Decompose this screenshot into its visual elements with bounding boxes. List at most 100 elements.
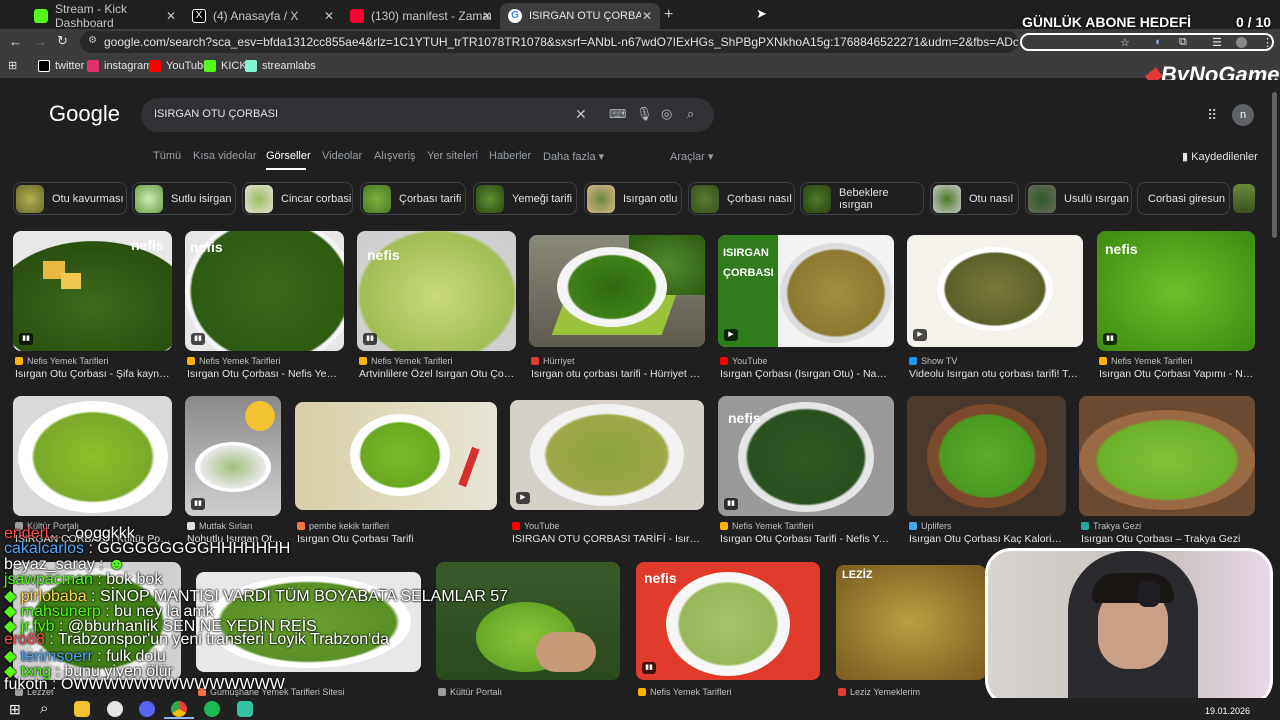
- tools-button[interactable]: Araçlar ▾: [670, 150, 713, 163]
- image-result[interactable]: nefis ▮▮ Nefis Yemek Tarifleri: [636, 562, 820, 698]
- search-box[interactable]: ISIRGAN OTU ÇORBASI ✕ ⌨ 🎙 ◎ ⌕: [141, 98, 714, 132]
- kick-icon: [204, 60, 216, 72]
- image-result[interactable]: nefis ▮▮ Nefis Yemek Tarifleri Isırgan O…: [718, 396, 894, 546]
- image-result[interactable]: ISIRGAN ÇORBASI ▶ YouTube Isırgan Çorbas…: [718, 235, 894, 381]
- lens-icon[interactable]: ◎: [661, 106, 672, 122]
- tab-short-videos[interactable]: Kısa videolar: [193, 150, 257, 162]
- result-title[interactable]: Isırgan otu çorbası tarifi - Hürriyet Le…: [531, 368, 703, 380]
- saved-button[interactable]: ▮ Kaydedilenler: [1182, 150, 1258, 163]
- star-icon[interactable]: ☆: [1120, 36, 1130, 49]
- tab-youtube-manifest[interactable]: (130) manifest - Zamansızdık | ... ✕: [342, 3, 500, 29]
- read-aloud-icon[interactable]: ◖: [1154, 36, 1161, 48]
- tab-images[interactable]: Görseller: [266, 150, 311, 162]
- tab-places[interactable]: Yer siteleri: [427, 150, 478, 162]
- discord-icon[interactable]: [139, 701, 155, 717]
- search-icon[interactable]: ⌕: [687, 106, 694, 122]
- tab-videos[interactable]: Videolar: [322, 150, 362, 162]
- tab-more[interactable]: Daha fazla ▾: [543, 150, 604, 163]
- menu-icon[interactable]: ⋮: [1262, 36, 1273, 49]
- image-result[interactable]: Kültür Portalı: [436, 562, 620, 698]
- clear-icon[interactable]: ✕: [575, 106, 587, 123]
- chip-yemegi-tarifi[interactable]: Yemeği tarifi: [473, 182, 577, 215]
- image-result[interactable]: Hürriyet Isırgan otu çorbası tarifi - Hü…: [529, 235, 705, 381]
- close-icon[interactable]: ✕: [166, 9, 176, 23]
- site-info-icon[interactable]: ⚙: [88, 35, 97, 46]
- search-icon[interactable]: ⌕: [40, 700, 48, 717]
- app-icon[interactable]: [107, 701, 123, 717]
- result-image: [436, 562, 620, 680]
- image-result[interactable]: Uplifers Isırgan Otu Çorbası Kaç Kalori?…: [907, 396, 1066, 546]
- bookmark-twitter[interactable]: twitter: [38, 60, 84, 72]
- spotify-icon[interactable]: [204, 701, 220, 717]
- chip-corbasi-giresun[interactable]: Corbasi giresun: [1137, 182, 1230, 215]
- streamlabs-icon[interactable]: [237, 701, 253, 717]
- image-result[interactable]: Trakya Gezi Isırgan Otu Çorbası – Trakya…: [1079, 396, 1255, 546]
- bookmark-instagram[interactable]: instagram: [87, 60, 152, 72]
- chip-corbasi-tarifi[interactable]: Çorbası tarifi: [360, 182, 466, 215]
- close-icon[interactable]: ✕: [642, 9, 652, 23]
- chip-corbasi-nasil[interactable]: Çorbası nasıl: [688, 182, 795, 215]
- search-input[interactable]: ISIRGAN OTU ÇORBASI: [154, 108, 278, 120]
- result-title[interactable]: ISIRGAN OTU ÇORBASI TARİFİ - Isırgan...: [512, 533, 704, 545]
- address-bar[interactable]: ⚙ google.com/search?sca_esv=bfda1312cc85…: [80, 31, 1018, 53]
- tab-google-search[interactable]: G ISIRGAN OTU ÇORBASI - Goog... ✕: [500, 3, 660, 29]
- bookmark-kick[interactable]: KICK: [204, 60, 247, 72]
- reading-list-icon[interactable]: ☰: [1212, 36, 1222, 49]
- file-explorer-icon[interactable]: [74, 701, 90, 717]
- chip-isirgan-otlu[interactable]: Isırgan otlu: [584, 182, 682, 215]
- tab-x-home[interactable]: X (4) Anasayfa / X ✕: [184, 3, 342, 29]
- google-apps-icon[interactable]: ⠿: [1207, 107, 1217, 124]
- account-avatar[interactable]: n: [1232, 104, 1254, 126]
- result-title[interactable]: Artvinlilere Özel Isırgan Otu Çorb...: [359, 368, 516, 380]
- image-result[interactable]: nefis ▮▮ Nefis Yemek Tarifleri Isırgan O…: [1097, 231, 1255, 381]
- tab-shopping[interactable]: Alışveriş: [374, 150, 416, 162]
- image-result[interactable]: pembe kekik tarifleri Isırgan Otu Çorbas…: [295, 402, 497, 546]
- bookmark-youtube[interactable]: YouTube: [149, 60, 209, 72]
- forward-icon[interactable]: →: [34, 34, 47, 49]
- chip-bebeklere-isirgan[interactable]: Bebeklere ısırgan: [800, 182, 924, 215]
- chip-cincar-corbasi[interactable]: Cincar corbasi: [242, 182, 353, 215]
- profile-avatar[interactable]: [1236, 37, 1247, 48]
- bookmark-streamlabs[interactable]: streamlabs: [245, 60, 316, 72]
- result-title[interactable]: Isırgan Otu Çorbası - Nefis Yeme...: [187, 368, 344, 380]
- image-result[interactable]: ▶ YouTube ISIRGAN OTU ÇORBASI TARİFİ - I…: [510, 400, 704, 546]
- chrome-icon[interactable]: [171, 701, 187, 717]
- new-tab-button[interactable]: +: [664, 6, 673, 24]
- extensions-icon[interactable]: ⧉: [1179, 36, 1187, 49]
- tab-all[interactable]: Tümü: [153, 150, 181, 162]
- result-source: Nefis Yemek Tarifleri: [1099, 356, 1192, 366]
- close-icon[interactable]: ✕: [482, 9, 492, 23]
- microphone-icon[interactable]: 🎙: [636, 106, 653, 122]
- image-result[interactable]: nefis ▮▮ Nefis Yemek Tarifleri Isırgan O…: [185, 231, 344, 381]
- result-title[interactable]: Videolu Isırgan otu çorbası tarifi! Tari…: [909, 368, 1081, 380]
- result-image: ▮▮: [185, 396, 281, 516]
- tab-kick-dashboard[interactable]: Stream - Kick Dashboard ✕: [26, 2, 184, 30]
- chip-otu-kavurmasi[interactable]: Otu kavurması: [13, 182, 127, 215]
- windows-start-icon[interactable]: ⊞: [9, 701, 21, 718]
- result-title[interactable]: Isırgan Otu Çorbası – Trakya Gezi: [1081, 533, 1255, 545]
- image-result[interactable]: nefis ▮▮ Nefis Yemek Tarifleri Artvinlil…: [357, 231, 516, 381]
- result-title[interactable]: Isırgan Çorbası (Isırgan Otu) - Naciye..…: [720, 368, 892, 380]
- reload-icon[interactable]: ↻: [57, 33, 68, 49]
- keyboard-icon[interactable]: ⌨: [609, 107, 626, 121]
- result-title[interactable]: Isırgan Otu Çorbası Yapımı - Nefi...: [1099, 368, 1255, 380]
- result-title[interactable]: Isırgan Otu Çorbası Tarifi: [297, 533, 497, 545]
- google-logo[interactable]: Google: [49, 101, 120, 127]
- page-scrollbar[interactable]: [1272, 92, 1277, 238]
- apps-grid-icon[interactable]: ⊞: [8, 59, 17, 72]
- image-result[interactable]: nefis ▮▮ Nefis Yemek Tarifleri Isırgan O…: [13, 231, 172, 381]
- tab-news[interactable]: Haberler: [489, 150, 531, 162]
- result-title[interactable]: Isırgan Otu Çorbası Tarifi - Nefis Yem..…: [720, 533, 894, 545]
- image-result[interactable]: ▶ Show TV Videolu Isırgan otu çorbası ta…: [907, 235, 1083, 381]
- source-favicon: [838, 688, 846, 696]
- image-result[interactable]: LEZİZ Leziz Yemeklerim: [836, 565, 986, 698]
- banner-text: ÇORBASI: [723, 267, 774, 279]
- result-source: YouTube: [512, 521, 559, 531]
- back-icon[interactable]: ←: [9, 34, 22, 49]
- chip-otu-nasil[interactable]: Otu nasıl: [930, 182, 1019, 215]
- result-title[interactable]: Isırgan Otu Çorbası - Şifa kaynağ...: [15, 368, 172, 380]
- result-title[interactable]: Isırgan Otu Çorbası Kaç Kalori? -...: [909, 533, 1066, 545]
- close-icon[interactable]: ✕: [324, 9, 334, 23]
- chip-usulu-isirgan[interactable]: Usulü ısırgan: [1025, 182, 1132, 215]
- chip-sutlu-isirgan[interactable]: Sutlu isirgan: [132, 182, 236, 215]
